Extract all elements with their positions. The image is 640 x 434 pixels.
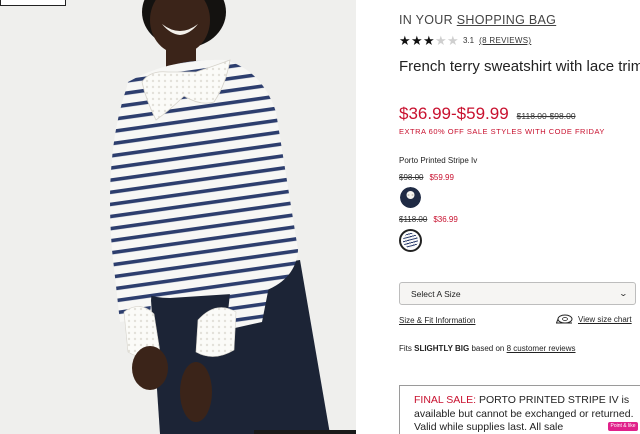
in-bag-notice: IN YOUR SHOPPING BAG [399, 13, 556, 27]
product-image[interactable] [0, 0, 356, 434]
swatch-2-was-price: $118.00 [399, 215, 428, 224]
color-swatch-stripe-selected[interactable] [399, 229, 422, 252]
size-select[interactable]: Select A Size ⌄ [399, 282, 636, 305]
final-sale-label: FINAL SALE: [414, 394, 477, 406]
tape-measure-icon [556, 314, 573, 324]
fit-summary: Fits SLIGHTLY BIG based on 8 customer re… [399, 344, 576, 353]
size-chart-link[interactable]: View size chart [556, 313, 632, 325]
star-icon: ★ [423, 33, 435, 48]
product-rating: ★ ★ ★ ★ ★ 3.1 (8 REVIEWS) [399, 34, 531, 47]
swatch-price-1: $98.00 $59.99 [399, 173, 454, 182]
rating-stars: ★ ★ ★ ★ ★ [399, 34, 459, 47]
color-name: Porto Printed Stripe Iv [399, 156, 478, 165]
reviews-link[interactable]: (8 REVIEWS) [479, 36, 531, 45]
promo-message: EXTRA 60% OFF SALE STYLES WITH CODE FRID… [399, 127, 605, 136]
model-illustration [0, 0, 356, 434]
swatch-navy-icon [400, 187, 421, 208]
fit-reviews-link[interactable]: 8 customer reviews [507, 344, 576, 353]
image-frame-edge [0, 0, 66, 6]
fit-prefix: Fits [399, 344, 415, 353]
shopping-bag-link[interactable]: SHOPPING BAG [457, 13, 556, 27]
image-scrollbar[interactable] [254, 430, 356, 434]
fit-value: SLIGHTLY BIG [414, 344, 470, 353]
in-bag-prefix: IN YOUR [399, 13, 457, 27]
fit-mid: based on [469, 344, 507, 353]
sale-price: $36.99-$59.99 [399, 104, 509, 123]
star-icon: ★ [435, 33, 447, 48]
product-title: French terry sweatshirt with lace trim [399, 58, 640, 75]
swatch-price-2: $118.00 $36.99 [399, 215, 458, 224]
price-row: $36.99-$59.99 $118.00-$98.00 [399, 104, 576, 124]
star-icon: ★ [411, 33, 423, 48]
star-icon: ★ [399, 33, 411, 48]
rating-value: 3.1 [463, 36, 475, 45]
product-details: IN YOUR SHOPPING BAG ★ ★ ★ ★ ★ 3.1 (8 REVIEW… [399, 0, 640, 434]
final-sale-notice: FINAL SALE: PORTO PRINTED STRIPE IV is a… [399, 385, 640, 434]
swatch-2-now-price: $36.99 [433, 215, 458, 224]
size-fit-info-link[interactable]: Size & Fit Information [399, 316, 475, 325]
color-swatch-navy[interactable] [400, 187, 421, 208]
star-icon: ★ [447, 33, 459, 48]
chevron-down-icon: ⌄ [618, 289, 629, 298]
original-price: $118.00-$98.00 [516, 111, 576, 121]
size-select-label: Select A Size [411, 288, 461, 299]
swatch-1-now-price: $59.99 [429, 173, 454, 182]
size-chart-label: View size chart [578, 314, 632, 324]
stripe-swatch-icon [403, 233, 418, 248]
swatch-1-was-price: $98.00 [399, 173, 424, 182]
pinterest-save-badge[interactable]: Point & like [608, 422, 638, 431]
